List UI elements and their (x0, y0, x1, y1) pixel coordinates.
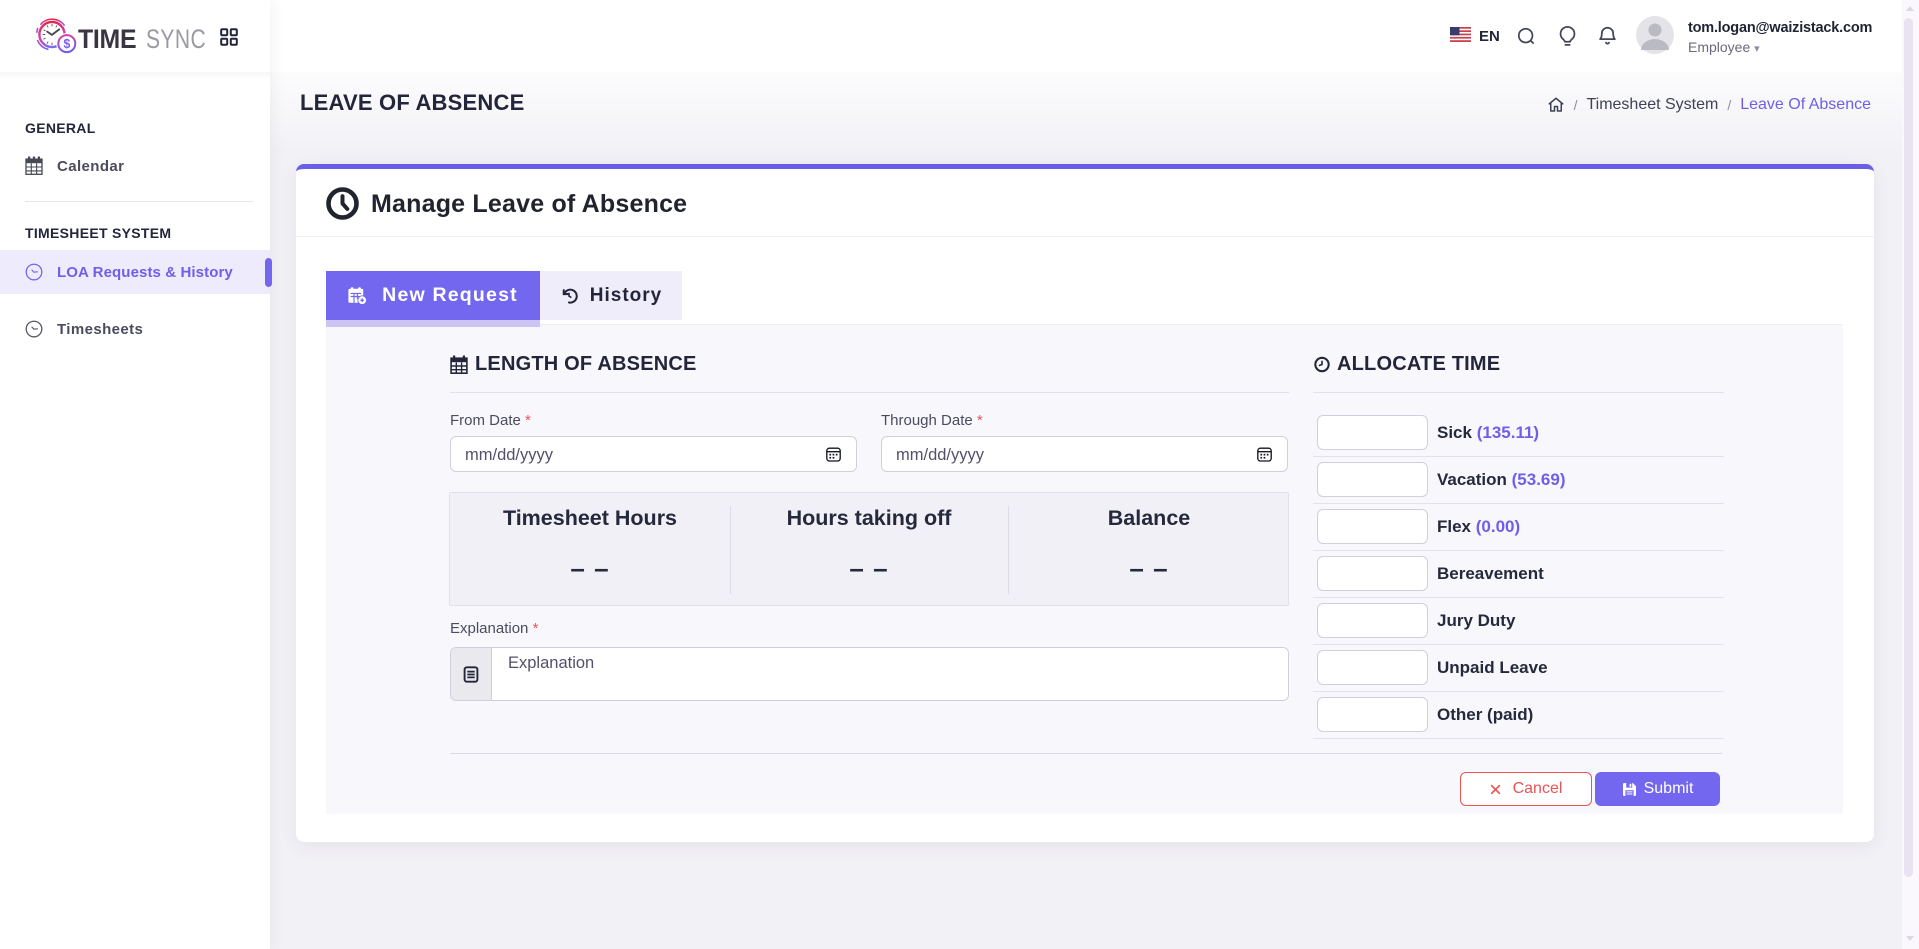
svg-text:$: $ (63, 37, 70, 51)
